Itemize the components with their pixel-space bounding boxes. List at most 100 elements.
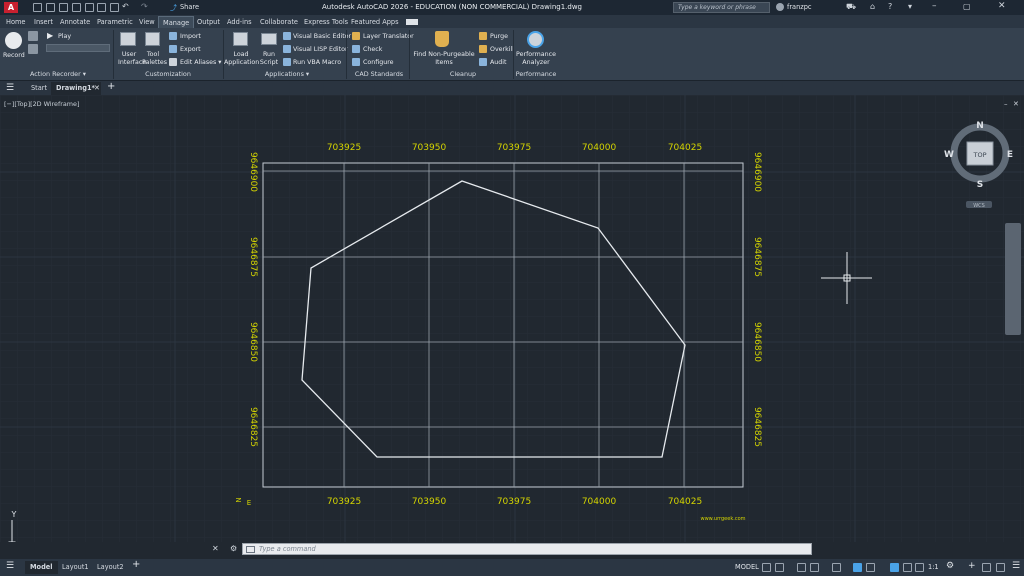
tab-view[interactable]: View: [135, 16, 159, 28]
audit-button[interactable]: Audit: [490, 59, 507, 66]
minimize-icon[interactable]: –: [932, 1, 937, 11]
panel-title-action-recorder[interactable]: Action Recorder ▾: [18, 70, 98, 78]
command-close-icon[interactable]: ✕: [212, 544, 219, 553]
print-icon[interactable]: [110, 3, 119, 12]
viewcube-west[interactable]: W: [944, 150, 954, 160]
tab-express-tools[interactable]: Express Tools: [300, 16, 352, 28]
annotation-monitor-icon[interactable]: +: [968, 561, 976, 571]
panel-title-applications[interactable]: Applications ▾: [252, 70, 322, 78]
share-icon[interactable]: ⤴: [170, 3, 177, 13]
purge-icon[interactable]: [479, 32, 487, 40]
viewport-controls[interactable]: [−][Top][2D Wireframe]: [4, 100, 79, 108]
layer-translator-button[interactable]: Layer Translator: [363, 33, 414, 40]
visual-basic-icon[interactable]: [283, 32, 291, 40]
layout-menu-icon[interactable]: ☰: [6, 561, 14, 571]
undo-icon[interactable]: ↶: [122, 2, 129, 11]
user-name[interactable]: franzpc: [787, 3, 812, 11]
snap-icon[interactable]: [775, 563, 784, 572]
viewcube-south[interactable]: S: [977, 180, 983, 190]
layer-translator-icon[interactable]: [352, 32, 360, 40]
tab-manage[interactable]: Manage: [158, 16, 195, 28]
model-space-toggle[interactable]: MODEL: [735, 563, 759, 571]
save-as-icon[interactable]: [72, 3, 81, 12]
customize-status-icon[interactable]: ☰: [1012, 561, 1020, 571]
units-icon[interactable]: [982, 563, 991, 572]
overkill-button[interactable]: Overkill: [490, 46, 514, 53]
redo-icon[interactable]: ↷: [141, 2, 148, 11]
autodesk-icon[interactable]: ⌂: [870, 2, 875, 11]
run-script-icon[interactable]: [261, 33, 277, 45]
tab-insert[interactable]: Insert: [30, 16, 57, 28]
ortho-icon[interactable]: [797, 563, 806, 572]
tab-parametric[interactable]: Parametric: [93, 16, 137, 28]
overkill-icon[interactable]: [479, 45, 487, 53]
maximize-icon[interactable]: ▢: [963, 2, 971, 11]
hardware-acceleration-icon[interactable]: [996, 563, 1005, 572]
tab-home[interactable]: Home: [2, 16, 29, 28]
record-button[interactable]: Record: [3, 52, 25, 59]
run-vba-icon[interactable]: [283, 58, 291, 66]
share-label[interactable]: Share: [180, 3, 199, 11]
import-button[interactable]: Import: [180, 33, 201, 40]
recorder-insert-icon[interactable]: [28, 44, 38, 54]
viewcube-east[interactable]: E: [1007, 150, 1013, 160]
polar-icon[interactable]: [810, 563, 819, 572]
tool-palettes-button[interactable]: Tool Palettes: [142, 51, 167, 67]
user-interface-icon[interactable]: [120, 32, 136, 46]
object-snap-tracking-icon[interactable]: [853, 563, 862, 572]
plot-icon[interactable]: [97, 3, 106, 12]
run-vba-macro-button[interactable]: Run VBA Macro: [293, 59, 341, 66]
record-icon[interactable]: [5, 32, 22, 49]
export-button[interactable]: Export: [180, 46, 201, 53]
save-icon[interactable]: [59, 3, 68, 12]
play-button[interactable]: Play: [58, 33, 71, 40]
tab-output[interactable]: Output: [193, 16, 224, 28]
new-tab-icon[interactable]: +: [107, 81, 115, 92]
search-input[interactable]: Type a keyword or phrase: [673, 2, 770, 13]
annotation-visibility-icon[interactable]: [890, 563, 899, 572]
tab-featured-apps[interactable]: Featured Apps: [347, 16, 403, 28]
find-nonpurgeable-button[interactable]: Find Non-Purgeable Items: [412, 51, 476, 67]
web-icon[interactable]: [85, 3, 94, 12]
viewcube-top[interactable]: TOP: [972, 151, 986, 159]
audit-icon[interactable]: [479, 58, 487, 66]
tab-add-ins[interactable]: Add-ins: [223, 16, 256, 28]
configure-icon[interactable]: [352, 58, 360, 66]
cart-icon[interactable]: ⛟: [846, 2, 856, 12]
import-icon[interactable]: [169, 32, 177, 40]
object-snap-icon[interactable]: [866, 563, 875, 572]
workspace-gear-icon[interactable]: ⚙: [946, 561, 954, 571]
performance-analyzer-button[interactable]: Performance Analyzer: [515, 51, 557, 67]
close-tab-icon[interactable]: ✕: [94, 84, 100, 92]
ribbon-toggle-icon[interactable]: [406, 19, 418, 25]
command-input[interactable]: Type a command: [259, 545, 316, 553]
auto-scale-icon[interactable]: [903, 563, 912, 572]
annotation-scale-value[interactable]: 1:1: [928, 563, 939, 571]
app-logo[interactable]: A: [4, 2, 18, 13]
menu-icon[interactable]: ☰: [6, 83, 14, 93]
macro-select[interactable]: [46, 44, 110, 52]
help-icon[interactable]: ?: [888, 2, 892, 11]
tab-annotate[interactable]: Annotate: [56, 16, 94, 28]
run-script-button[interactable]: Run Script: [259, 51, 279, 67]
isodraft-icon[interactable]: [832, 563, 841, 572]
load-application-icon[interactable]: [233, 32, 248, 46]
viewport-minimize-icon[interactable]: –: [1004, 100, 1008, 108]
purge-button[interactable]: Purge: [490, 33, 508, 40]
drawing-canvas[interactable]: 703925 703950 703975 704000 704025 70392…: [0, 95, 1024, 542]
export-icon[interactable]: [169, 45, 177, 53]
annotation-scale-icon[interactable]: [915, 563, 924, 572]
recorder-options-icon[interactable]: [28, 31, 38, 41]
visual-lisp-editor-button[interactable]: Visual LISP Editor: [293, 46, 348, 53]
tool-palettes-icon[interactable]: [145, 32, 160, 46]
check-icon[interactable]: [352, 45, 360, 53]
new-icon[interactable]: [33, 3, 42, 12]
grid-icon[interactable]: [762, 563, 771, 572]
user-icon[interactable]: [776, 3, 784, 11]
model-tab[interactable]: Model: [25, 561, 58, 574]
tab-start[interactable]: Start: [26, 82, 52, 95]
close-icon[interactable]: ✕: [998, 1, 1006, 11]
layout1-tab[interactable]: Layout1: [57, 561, 94, 574]
viewcube-north[interactable]: N: [976, 121, 984, 131]
visual-basic-editor-button[interactable]: Visual Basic Editor: [293, 33, 351, 40]
